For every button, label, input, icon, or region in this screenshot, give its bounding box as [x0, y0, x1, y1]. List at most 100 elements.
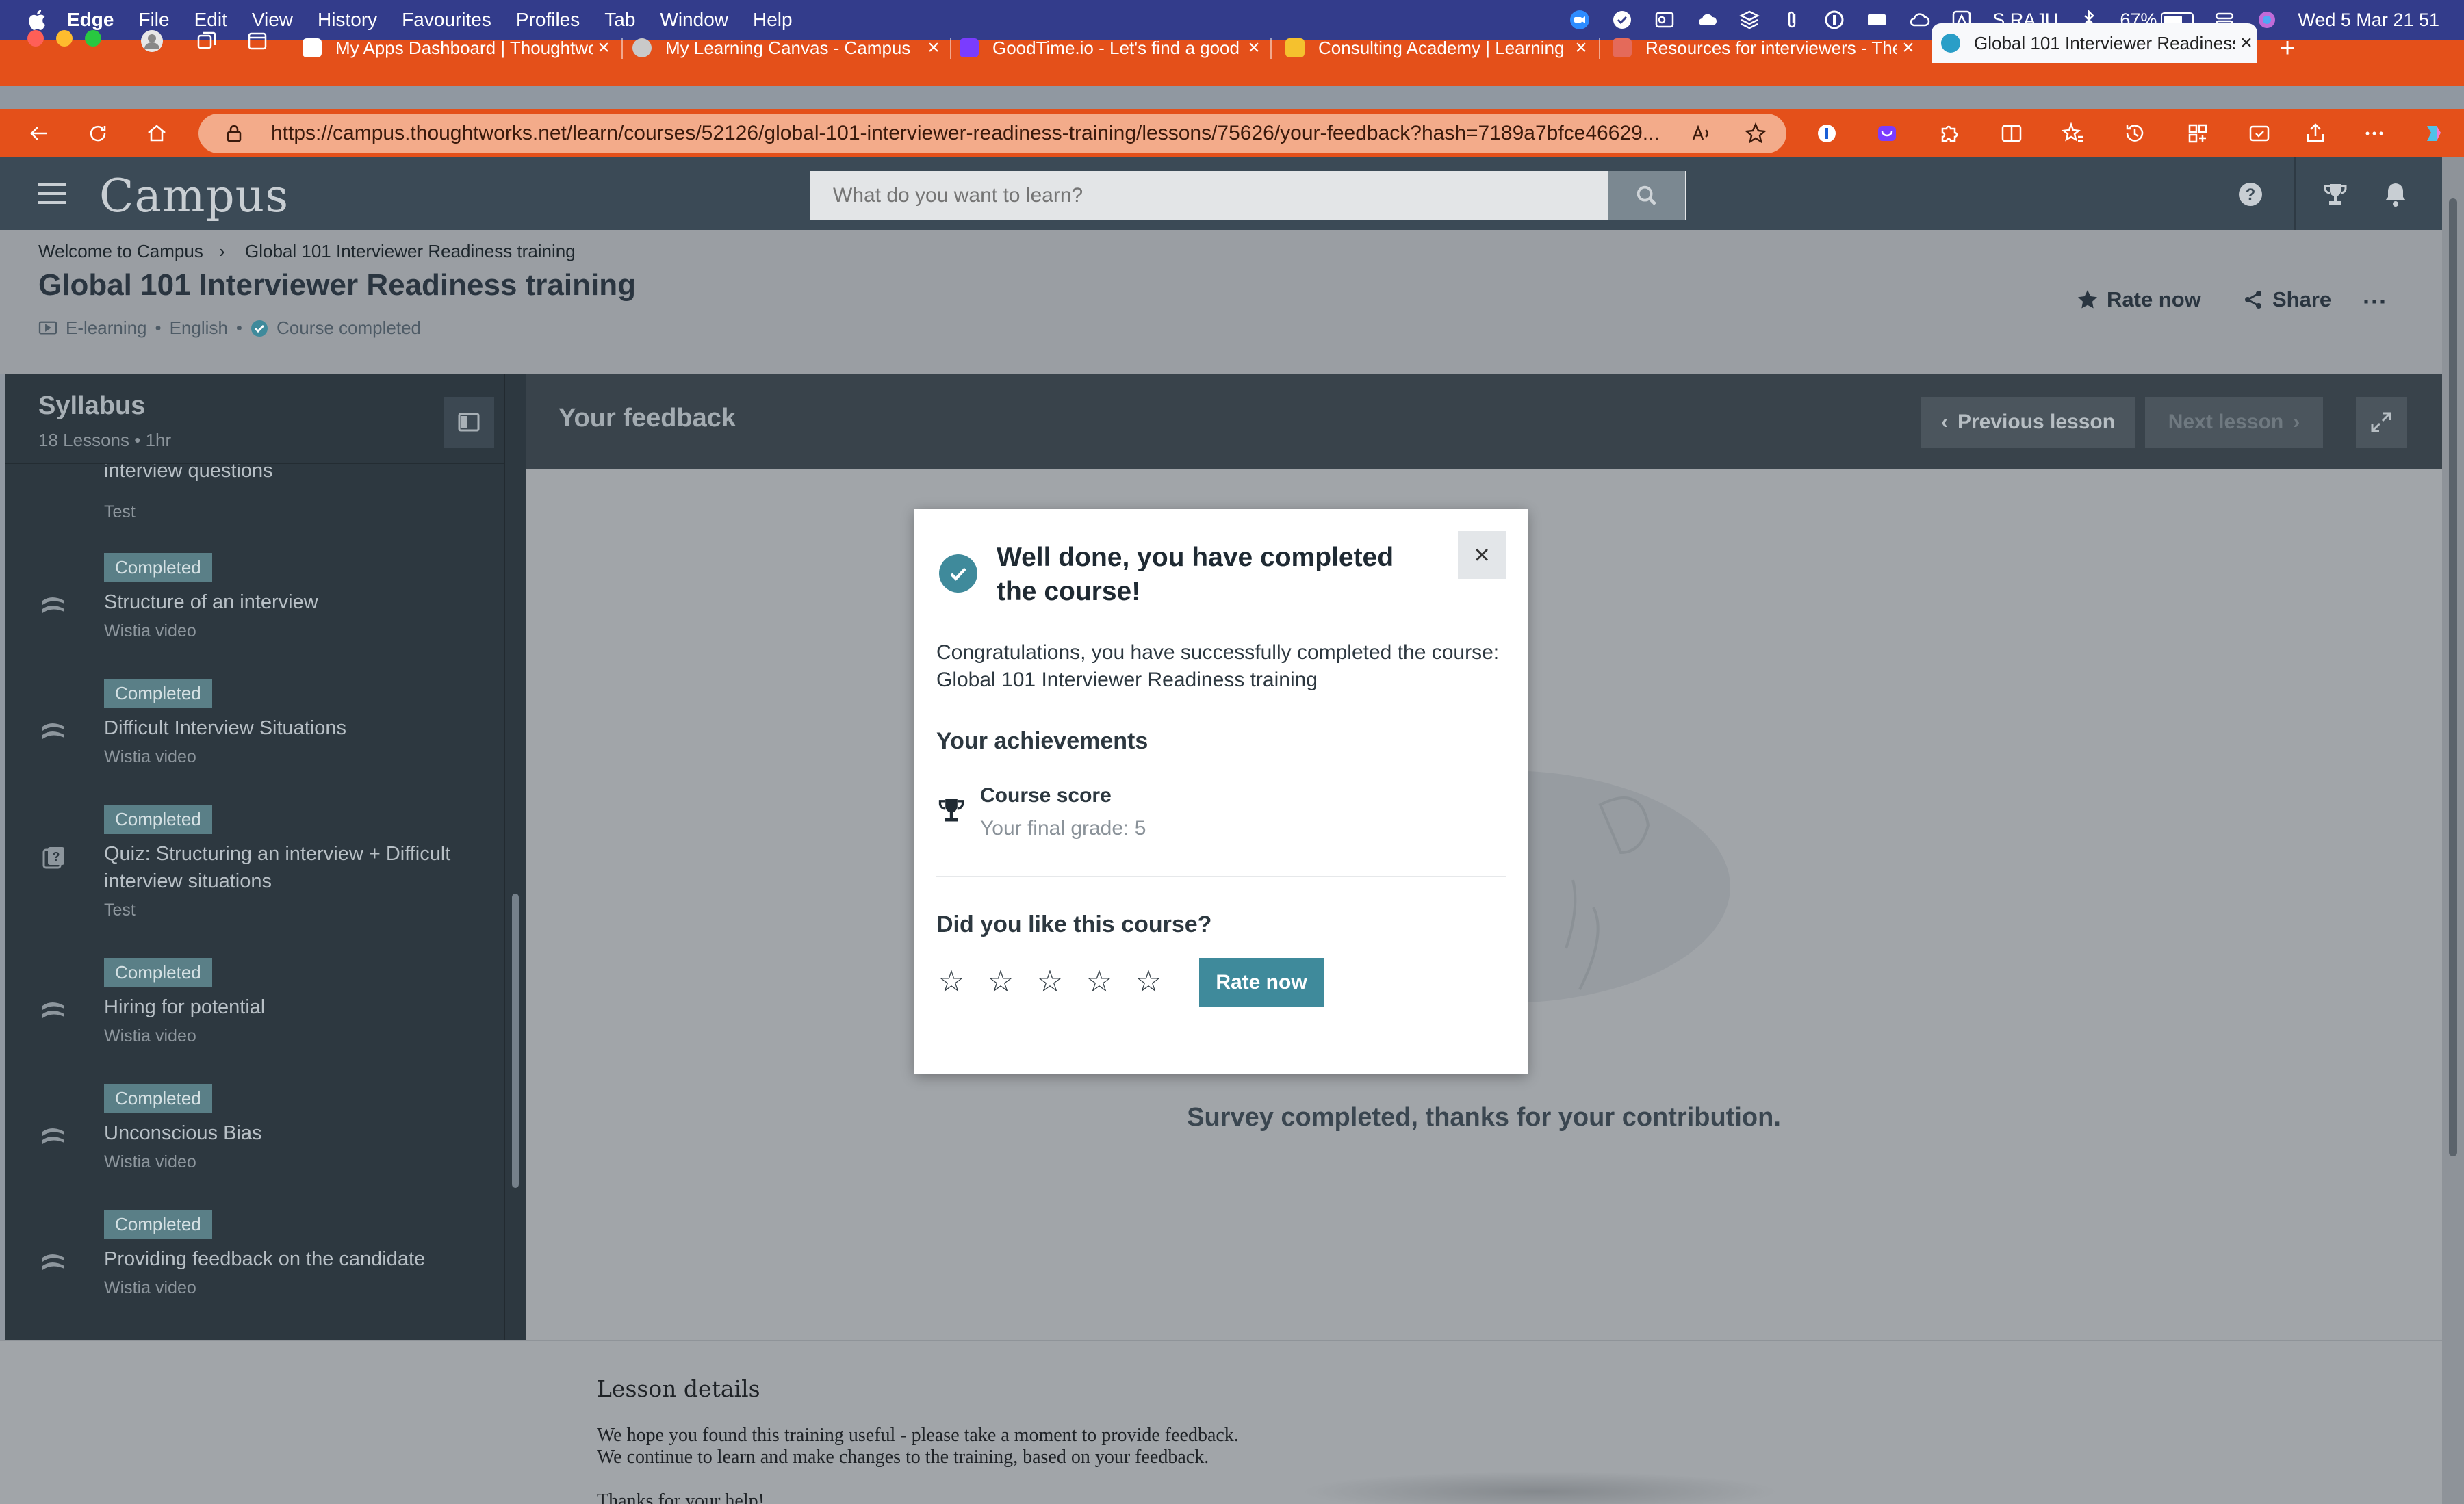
course-completed-dialog: Well done, you have completed the course…: [914, 509, 1528, 1074]
tab-close-icon[interactable]: ×: [1570, 36, 1592, 60]
lesson-item[interactable]: Completed Difficult Interview Situations…: [5, 679, 504, 805]
video-icon: [38, 1248, 68, 1278]
layers-icon[interactable]: [1738, 8, 1761, 31]
menu-tab[interactable]: Tab: [604, 9, 635, 31]
rating-star-2[interactable]: ☆: [980, 961, 1021, 1002]
tab-my-apps-dashboard[interactable]: My Apps Dashboard | Thoughtworks×: [303, 29, 615, 67]
tab-close-icon[interactable]: ×: [2235, 31, 2257, 55]
paperclip-icon[interactable]: [1780, 8, 1804, 31]
tab-my-learning-canvas[interactable]: My Learning Canvas - Campus ×: [632, 29, 945, 67]
tab-favicon: [1941, 34, 1960, 53]
lesson-item[interactable]: Completed Unconscious Bias Wistia video: [5, 1084, 504, 1210]
notifications-bell-icon[interactable]: [2383, 181, 2408, 208]
more-options-button[interactable]: ···: [2363, 287, 2387, 316]
rating-star-4[interactable]: ☆: [1079, 961, 1120, 1002]
share-icon[interactable]: [2300, 118, 2331, 149]
keyboard-icon[interactable]: [1865, 8, 1888, 31]
tab-resources-for-interviewers[interactable]: Resources for interviewers - The ×: [1613, 29, 1919, 67]
lesson-title: Structure of an interview: [104, 591, 318, 613]
zoom-icon[interactable]: [1568, 8, 1591, 31]
split-screen-icon[interactable]: [1996, 118, 2027, 149]
history-icon[interactable]: [2119, 118, 2151, 149]
lesson-item[interactable]: ? Completed Quiz: Structuring an intervi…: [5, 805, 504, 958]
reload-icon[interactable]: [82, 118, 114, 149]
tab-consulting-academy[interactable]: Consulting Academy | Learning ×: [1285, 29, 1592, 67]
rate-now-header-button[interactable]: Rate now: [2077, 287, 2201, 312]
workspaces-icon[interactable]: [193, 27, 220, 55]
extensions-puzzle-icon[interactable]: [1933, 118, 1964, 149]
site-info-lock-icon[interactable]: [223, 122, 251, 144]
collections-icon[interactable]: [2182, 118, 2213, 149]
copilot-icon[interactable]: [2417, 118, 2449, 149]
help-icon[interactable]: ?: [2238, 182, 2263, 207]
tab-close-icon[interactable]: ×: [1897, 36, 1919, 60]
lesson-item[interactable]: Completed Providing feedback on the cand…: [5, 1210, 504, 1336]
menu-app-name[interactable]: Edge: [67, 9, 114, 31]
goodtime-extension-icon[interactable]: [1871, 118, 1903, 149]
favorite-star-icon[interactable]: [1740, 118, 1771, 149]
tab-close-icon[interactable]: ×: [593, 36, 615, 60]
tab-goodtime[interactable]: GoodTime.io - Let's find a good time×: [960, 29, 1265, 67]
password-manager-icon[interactable]: [1823, 8, 1846, 31]
menu-help[interactable]: Help: [753, 9, 793, 31]
tab-global-101-active[interactable]: Global 101 Interviewer Readiness ×: [1932, 23, 2257, 63]
sidebar-scrollbar-thumb[interactable]: [512, 894, 519, 1188]
read-aloud-icon[interactable]: [1685, 118, 1717, 149]
outlook-icon[interactable]: [1653, 8, 1676, 31]
window-close-button[interactable]: [27, 30, 44, 47]
campus-logo[interactable]: Campus: [99, 170, 289, 222]
checkmark-circle-icon[interactable]: [1610, 8, 1634, 31]
apple-icon[interactable]: [26, 8, 47, 31]
siri-icon[interactable]: [2255, 8, 2279, 31]
rate-now-button[interactable]: Rate now: [1199, 958, 1324, 1007]
home-icon[interactable]: [141, 118, 172, 149]
dialog-divider: [936, 876, 1506, 877]
course-meta: E-learning • English • Course completed: [38, 317, 421, 339]
fullscreen-button[interactable]: [2356, 397, 2407, 448]
address-bar[interactable]: https://campus.thoughtworks.net/learn/co…: [198, 114, 1786, 153]
menu-window[interactable]: Window: [660, 9, 728, 31]
rating-star-5[interactable]: ☆: [1128, 961, 1169, 1002]
hamburger-menu-icon[interactable]: [38, 182, 66, 205]
menu-profiles[interactable]: Profiles: [516, 9, 580, 31]
cloud-sync-icon[interactable]: [1908, 8, 1931, 31]
rating-star-3[interactable]: ☆: [1029, 961, 1070, 1002]
video-icon: [38, 1122, 68, 1152]
menu-history[interactable]: History: [318, 9, 377, 31]
back-arrow-icon[interactable]: [23, 118, 55, 149]
profile-icon[interactable]: [138, 27, 166, 55]
window-zoom-button[interactable]: [85, 30, 101, 47]
menubar-datetime[interactable]: Wed 5 Mar 21 51: [2298, 10, 2439, 31]
dialog-close-button[interactable]: ×: [1458, 531, 1506, 579]
share-button[interactable]: Share: [2242, 287, 2331, 312]
page-scrollbar-thumb[interactable]: [2449, 198, 2457, 1156]
details-line: We hope you found this training useful -…: [597, 1425, 1239, 1446]
rating-star-1[interactable]: ☆: [931, 961, 972, 1002]
sidebar-scrollbar[interactable]: [504, 374, 526, 1340]
tab-close-icon[interactable]: ×: [923, 36, 945, 60]
next-lesson-button[interactable]: Next lesson ›: [2145, 397, 2323, 448]
breadcrumb-home[interactable]: Welcome to Campus: [38, 241, 203, 262]
screenshot-icon[interactable]: [2244, 118, 2275, 149]
page-scrollbar[interactable]: [2442, 157, 2464, 1504]
new-tab-button[interactable]: +: [2274, 29, 2301, 67]
collapse-sidebar-button[interactable]: [444, 397, 494, 448]
search-button[interactable]: [1608, 171, 1685, 220]
onepassword-icon[interactable]: [1811, 118, 1843, 149]
vertical-tabs-icon[interactable]: [244, 27, 271, 55]
cloud-icon[interactable]: [1695, 8, 1719, 31]
tab-close-icon[interactable]: ×: [1243, 36, 1265, 60]
window-minimize-button[interactable]: [56, 30, 73, 47]
more-menu-icon[interactable]: [2359, 118, 2390, 149]
lesson-item[interactable]: interview questions Test: [5, 464, 504, 532]
favorites-icon[interactable]: [2057, 118, 2089, 149]
video-icon: [38, 996, 68, 1026]
lesson-item[interactable]: Completed Structure of an interview Wist…: [5, 553, 504, 679]
address-url[interactable]: https://campus.thoughtworks.net/learn/co…: [271, 122, 1660, 145]
course-search-input[interactable]: [810, 171, 1686, 220]
previous-lesson-button[interactable]: ‹ Previous lesson: [1921, 397, 2135, 448]
dialog-course-name: Global 101 Interviewer Readiness trainin…: [936, 669, 1318, 691]
menu-favourites[interactable]: Favourites: [402, 9, 491, 31]
trophy-icon[interactable]: [2322, 181, 2349, 208]
lesson-item[interactable]: Completed Hiring for potential Wistia vi…: [5, 958, 504, 1084]
